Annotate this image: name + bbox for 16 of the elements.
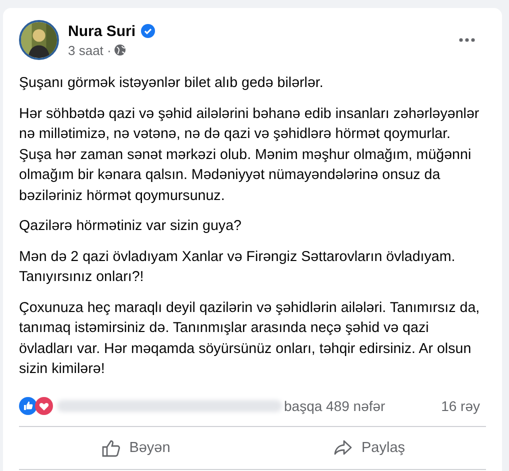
- post-time[interactable]: 3 saat ·: [68, 42, 112, 58]
- post-paragraph: Mən də 2 qazi övladıyam Xanlar və Firəngiz Səttarovların övladıyam. Tanıyırsınız onları?!: [19, 248, 456, 287]
- post-paragraph: Hər söhbətdə qazi və şəhid ailələrini bəhanə edib insanları zəhərləyənlər nə millətimizə, nə vətənə, nə də qazi və şəhidlərə hörmət qoymurlar. Şuşa hər zaman sənət mərkəzi olub. Mənim məşhur olmağım, müğənni olmağım bir kənara qalsın. Mədəniyyət nümayəndələrinə onsuz da bəziləriniz hörmət qoymursunuz.: [19, 104, 480, 206]
- like-button[interactable]: Bəyən: [19, 428, 252, 466]
- globe-icon: [114, 44, 126, 56]
- like-reaction-icon[interactable]: [19, 396, 37, 414]
- comment-count[interactable]: 16 rəy: [441, 398, 480, 414]
- reaction-count[interactable]: başqa 489 nəfər: [284, 398, 386, 414]
- post-paragraph: Şuşanı görmək istəyənlər bilet alıb gedə bilərlər.: [19, 74, 324, 93]
- thumbs-up-icon: [101, 438, 122, 458]
- post-paragraph: Çoxunuza heç maraqlı deyil qazilərin və şəhidlərin ailələri. Tanımırsız da, tanımaq istəmirsiniz də. Tanınmışlar arasında neçə şəhid və qazi övladları var. Hər məqamda söyürsünüz onları, təhqir edirsiniz. Ar olsun sizin kimilərə!: [19, 298, 481, 379]
- share-arrow-icon: [333, 438, 354, 458]
- author-name[interactable]: Nura Suri: [68, 22, 136, 40]
- post-paragraph: Qazilərə hörmətiniz var sizin guya?: [19, 217, 242, 236]
- heart-reaction-icon[interactable]: [35, 396, 53, 414]
- share-button[interactable]: Paylaş: [252, 428, 486, 466]
